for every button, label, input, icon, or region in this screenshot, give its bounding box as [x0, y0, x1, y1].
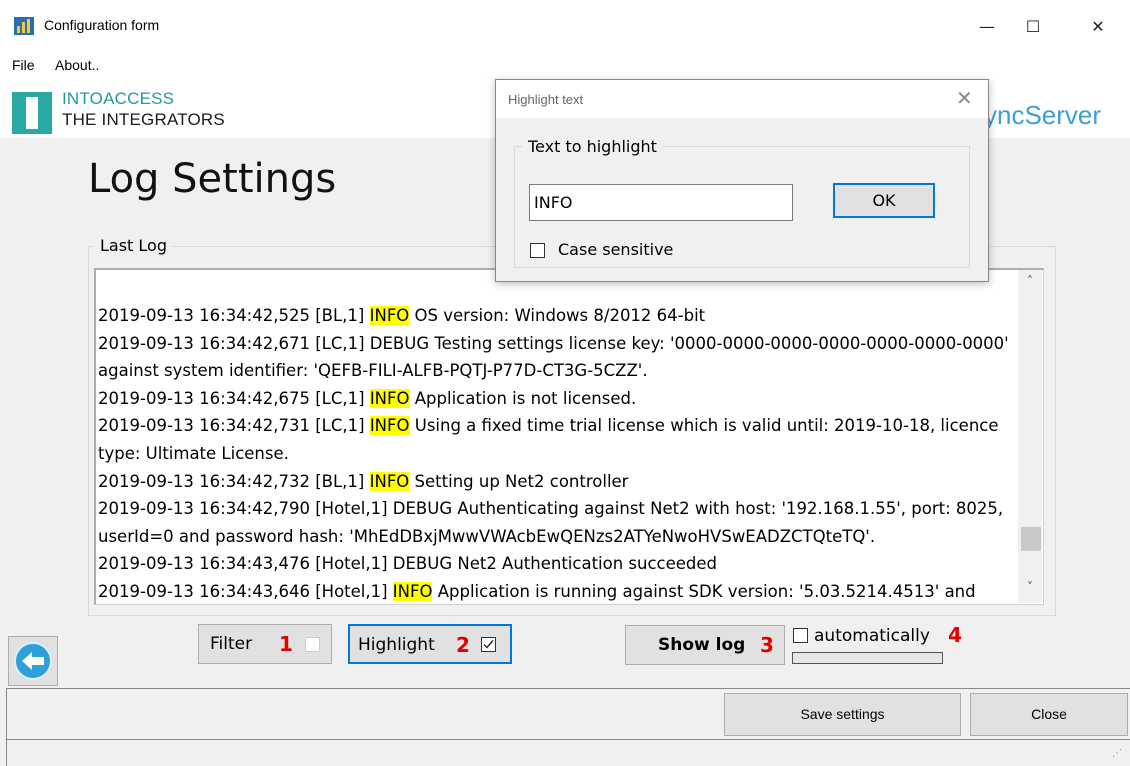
log-line: 2019-09-13 16:34:42,525 [BL,1] INFO OS v… — [98, 302, 1018, 330]
scroll-up-icon[interactable]: ˄ — [1018, 274, 1042, 294]
highlight-match: INFO — [369, 471, 410, 491]
log-line: 2019-09-13 16:34:42,732 [BL,1] INFO Sett… — [98, 468, 1018, 496]
case-sensitive-label[interactable]: Case sensitive — [558, 240, 673, 259]
back-arrow-icon[interactable] — [14, 642, 52, 680]
maximize-button[interactable]: ☐ — [1010, 8, 1056, 44]
window-title: Configuration form — [44, 17, 160, 33]
scroll-down-icon[interactable]: ˅ — [1018, 580, 1042, 600]
log-text: 2019-09-13 16:34:42,731 [LC,1] — [98, 416, 370, 436]
close-button[interactable]: Close — [970, 693, 1128, 736]
highlight-number: 2 — [456, 633, 470, 657]
window-close-button[interactable]: ✕ — [1075, 8, 1121, 44]
check-icon — [483, 640, 494, 649]
log-text: 2019-09-13 16:34:42,671 [LC,1] DEBUG Tes… — [98, 333, 1009, 381]
log-line: 2019-09-13 16:34:42,671 [LC,1] DEBUG Tes… — [98, 330, 1018, 385]
log-line: 2019-09-13 16:34:43,646 [Hotel,1] INFO A… — [98, 578, 1018, 604]
log-line: 2019-09-13 16:34:43,476 [Hotel,1] DEBUG … — [98, 550, 1018, 578]
filter-label: Filter — [210, 634, 253, 654]
automatically-checkbox[interactable] — [793, 628, 808, 643]
status-strip — [6, 740, 1130, 766]
log-text: OS version: Windows 8/2012 64-bit — [409, 306, 706, 325]
product-name: yncServer — [984, 100, 1102, 130]
log-text: Setting up Net2 controller — [409, 471, 629, 491]
menu-about[interactable]: About.. — [55, 57, 99, 73]
log-line: 2019-09-13 16:34:42,675 [LC,1] INFO Appl… — [98, 385, 1018, 413]
log-text: 2019-09-13 16:34:42,790 [Hotel,1] DEBUG … — [98, 499, 1004, 546]
log-text: 2019-09-13 16:34:42,525 [BL,1] — [98, 306, 370, 325]
log-text: 2019-09-13 16:34:42,675 [LC,1] — [98, 388, 370, 408]
highlight-match: INFO — [369, 306, 410, 325]
save-settings-label: Save settings — [800, 706, 885, 722]
log-textbox[interactable]: 2019-09-13 16:34:42,525 [BL,1] INFO OS v… — [94, 268, 1044, 605]
resize-grip-icon[interactable]: ⋰ — [1112, 748, 1122, 759]
ok-label: OK — [872, 191, 896, 210]
highlight-match: INFO — [369, 416, 410, 436]
show-log-button[interactable]: Show log 3 — [625, 625, 785, 665]
log-content: 2019-09-13 16:34:42,525 [BL,1] INFO OS v… — [98, 302, 1018, 604]
log-line: 2019-09-13 16:34:42,731 [LC,1] INFO Usin… — [98, 412, 1018, 467]
ok-button[interactable]: OK — [833, 183, 935, 218]
menu-file[interactable]: File — [12, 57, 35, 73]
highlight-checkbox[interactable] — [481, 637, 496, 652]
bottom-bar — [6, 688, 1130, 740]
last-log-label: Last Log — [94, 236, 173, 255]
case-sensitive-checkbox[interactable] — [530, 243, 545, 258]
automatically-label[interactable]: automatically — [814, 626, 930, 646]
show-log-number: 3 — [760, 633, 774, 657]
save-settings-button[interactable]: Save settings — [724, 693, 961, 736]
log-scrollbar[interactable] — [1018, 270, 1042, 603]
highlight-match: INFO — [369, 388, 410, 408]
refresh-progress-bar — [792, 652, 943, 664]
brand-tagline: THE INTEGRATORS — [62, 110, 225, 129]
automatically-number: 4 — [948, 623, 962, 647]
log-text: 2019-09-13 16:34:42,732 [BL,1] — [98, 471, 370, 491]
page-title: Log Settings — [88, 156, 337, 202]
dialog-close-icon[interactable]: ✕ — [956, 86, 973, 110]
highlight-match: INFO — [392, 581, 433, 601]
scroll-thumb[interactable] — [1021, 527, 1041, 551]
highlight-text-input[interactable] — [529, 184, 793, 221]
log-text: Application is not licensed. — [409, 388, 637, 408]
log-line: 2019-09-13 16:34:42,790 [Hotel,1] DEBUG … — [98, 495, 1018, 550]
minimize-button[interactable]: — — [964, 8, 1010, 44]
app-icon — [14, 17, 34, 35]
highlight-button[interactable]: Highlight 2 — [348, 624, 512, 664]
dialog-title: Highlight text — [508, 92, 584, 107]
menu-bar — [0, 52, 1130, 80]
log-text: 2019-09-13 16:34:43,646 [Hotel,1] — [98, 581, 393, 601]
highlight-label: Highlight — [358, 635, 435, 655]
show-log-label: Show log — [658, 635, 746, 655]
close-label: Close — [1031, 706, 1067, 722]
log-text: 2019-09-13 16:34:43,476 [Hotel,1] DEBUG … — [98, 554, 718, 574]
filter-checkbox[interactable] — [305, 637, 320, 652]
logo-bar — [26, 97, 38, 129]
dialog-group-label: Text to highlight — [522, 137, 663, 156]
filter-button[interactable]: Filter 1 — [198, 624, 332, 664]
filter-number: 1 — [279, 632, 293, 656]
title-bar — [0, 0, 1130, 52]
brand-name: INTOACCESS — [62, 89, 175, 108]
